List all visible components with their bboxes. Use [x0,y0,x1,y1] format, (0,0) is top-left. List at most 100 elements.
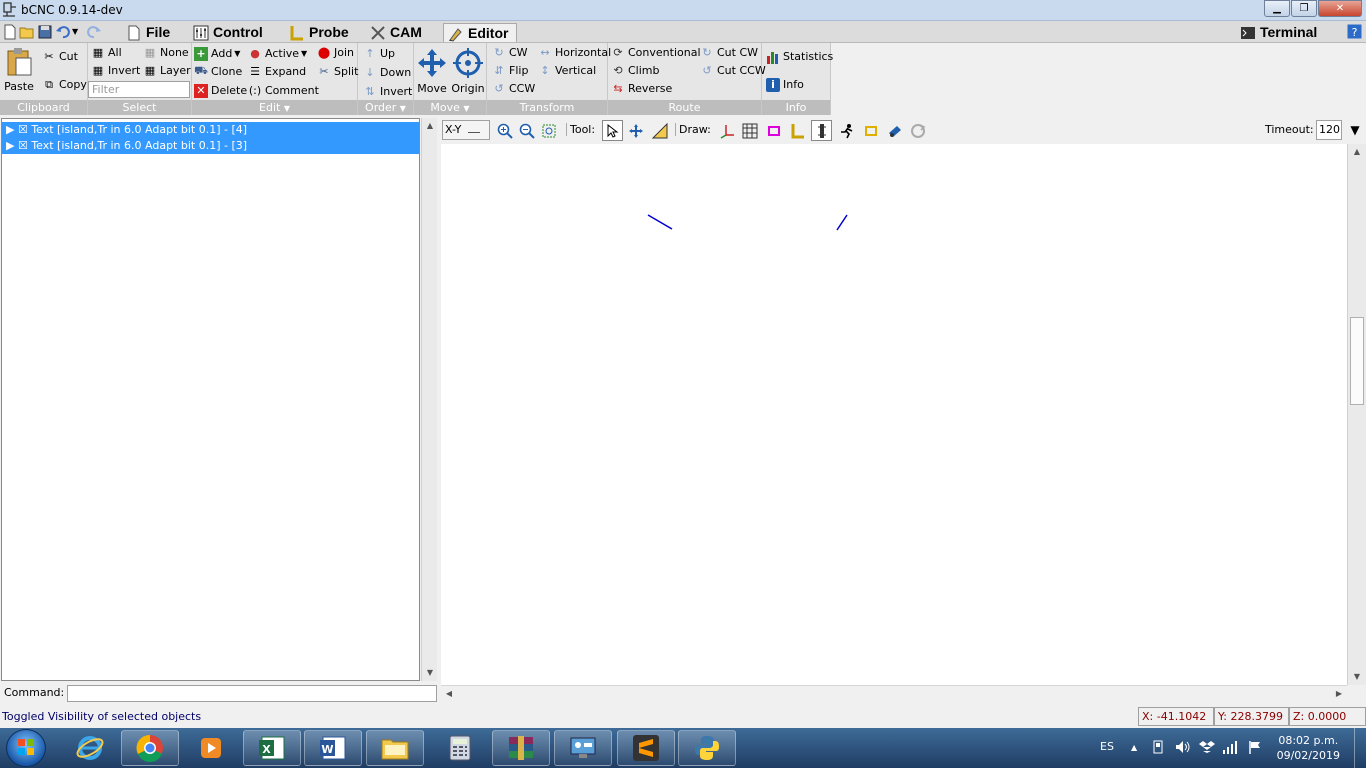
redo-icon[interactable] [86,24,102,40]
paste-button[interactable]: Paste [3,47,35,93]
maximize-button[interactable]: ❐ [1291,0,1317,17]
zoom-out-button[interactable] [516,120,537,141]
draw-paths-button[interactable] [860,120,881,141]
draw-probe-button[interactable] [787,120,808,141]
new-file-icon[interactable] [2,24,18,40]
command-input[interactable] [67,685,437,702]
pan-tool-button[interactable] [625,120,646,141]
dropbox-icon[interactable] [1199,740,1215,754]
filter-input[interactable]: Filter [88,81,190,98]
select-none-button[interactable]: ▦ None [143,44,189,61]
taskbar-ie[interactable] [61,730,119,766]
delete-button[interactable]: ✕ Delete [194,82,247,99]
taskbar-python[interactable] [678,730,736,766]
copy-button[interactable]: ⧉ Copy [42,76,87,93]
taskbar-winrar[interactable] [492,730,550,766]
scroll-up-icon[interactable]: ▲ [422,118,438,134]
order-invert-button[interactable]: ⇅ Invert [363,83,412,100]
canvas-scroll-left-icon[interactable]: ◀ [441,686,457,702]
conventional-button[interactable]: ⟳ Conventional [611,44,700,61]
help-icon[interactable]: ? [1347,24,1362,39]
rotate-cw-button[interactable]: ↻ CW [492,44,527,61]
taskbar-explorer[interactable] [366,730,424,766]
open-folder-icon[interactable] [19,24,35,40]
canvas-scroll-right-icon[interactable]: ▶ [1331,686,1347,702]
system-clock[interactable]: 08:02 p.m. 09/02/2019 [1277,733,1340,763]
taskbar-excel[interactable]: X [243,730,301,766]
draw-grid-button[interactable] [739,120,760,141]
clone-button[interactable]: ⛟ Clone [194,63,242,80]
draw-margins-button[interactable] [763,120,784,141]
tree-row[interactable]: ▶ ☒ Text [island,Tr in 6.0 Adapt bit 0.1… [2,138,419,154]
cut-cw-button[interactable]: ↻ Cut CW [700,44,758,61]
tab-cam[interactable]: CAM [366,23,428,42]
order-group-label[interactable]: Order ▼ [358,100,413,115]
info-button[interactable]: i Info [766,76,804,93]
ruler-tool-button[interactable] [649,120,670,141]
tab-control[interactable]: Control [189,23,269,42]
tab-terminal[interactable]: Terminal [1236,23,1323,42]
taskbar-calculator[interactable] [431,730,489,766]
zoom-fit-button[interactable] [538,120,559,141]
edit-group-label[interactable]: Edit ▼ [192,100,357,115]
zoom-in-button[interactable] [494,120,515,141]
start-button[interactable] [6,729,46,767]
cut-button[interactable]: ✂ Cut [42,48,78,65]
volume-icon[interactable] [1175,740,1191,754]
canvas-horizontal-scrollbar[interactable]: ◀ ▶ [441,685,1347,702]
order-up-button[interactable]: ↑ Up [363,45,395,62]
canvas-scroll-up-icon[interactable]: ▲ [1349,144,1365,160]
show-hidden-icons-icon[interactable]: ▲ [1131,743,1137,752]
close-button[interactable]: ✕ [1318,0,1362,17]
select-all-button[interactable]: ▦ All [91,44,122,61]
comment-button[interactable]: (:) Comment [248,82,319,99]
taskbar-control-panel[interactable] [554,730,612,766]
draw-rapid-button[interactable] [836,120,857,141]
flip-button[interactable]: ⇵ Flip [492,62,528,79]
draw-workarea-button[interactable] [811,120,832,141]
action-center-flag-icon[interactable] [1248,740,1262,754]
split-button[interactable]: ✂ Split [317,63,358,80]
cut-ccw-button[interactable]: ↺ Cut CCW [700,62,765,79]
mirror-horizontal-button[interactable]: ↔ Horizontal [538,44,611,61]
draw-axes-button[interactable] [716,120,737,141]
mirror-vertical-button[interactable]: ↕ Vertical [538,62,596,79]
statistics-button[interactable]: Statistics [766,48,833,65]
block-list[interactable]: ▶ ☒ Text [island,Tr in 6.0 Adapt bit 0.1… [1,118,420,681]
drawing-canvas[interactable] [441,144,1347,685]
network-signal-icon[interactable] [1222,740,1238,754]
tree-vertical-scrollbar[interactable]: ▲ ▼ [421,118,437,681]
order-down-button[interactable]: ↓ Down [363,64,411,81]
taskbar-chrome[interactable] [121,730,179,766]
tab-probe[interactable]: Probe [285,23,355,42]
timeout-input[interactable]: 120 [1316,120,1342,140]
canvas-scroll-down-icon[interactable]: ▼ [1349,669,1365,685]
scroll-down-icon[interactable]: ▼ [422,665,438,681]
undo-icon[interactable] [55,24,71,40]
move-button[interactable]: Move [416,47,448,95]
taskbar-word[interactable]: W [304,730,362,766]
rotate-ccw-button[interactable]: ↺ CCW [492,80,535,97]
select-layer-button[interactable]: ▦ Layer [143,62,191,79]
device-icon[interactable] [1151,740,1165,754]
taskbar-media-player[interactable] [182,730,240,766]
select-invert-button[interactable]: ▦ Invert [91,62,141,79]
canvas-vertical-scrollbar[interactable]: ▲ ▼ [1347,144,1366,685]
origin-button[interactable]: Origin [451,47,485,95]
minimize-button[interactable]: ▁ [1264,0,1290,17]
tree-row[interactable]: ▶ ☒ Text [island,Tr in 6.0 Adapt bit 0.1… [2,122,419,138]
draw-camera-button[interactable] [884,120,905,141]
timeout-dropdown-icon[interactable]: ▼ [1346,120,1364,140]
select-tool-button[interactable] [602,120,623,141]
redraw-button[interactable] [907,120,928,141]
view-selector[interactable]: X-Y [442,120,490,140]
tab-file[interactable]: File [122,23,176,42]
taskbar-sublime[interactable] [617,730,675,766]
language-indicator[interactable]: ES [1100,740,1114,753]
expand-button[interactable]: ☰ Expand [248,63,306,80]
active-button[interactable]: ● Active ▼ [248,45,307,62]
reverse-button[interactable]: ⇆ Reverse [611,80,672,97]
show-desktop-button[interactable] [1354,728,1366,768]
tab-editor[interactable]: Editor [443,23,517,42]
move-group-label[interactable]: Move ▼ [414,100,486,115]
